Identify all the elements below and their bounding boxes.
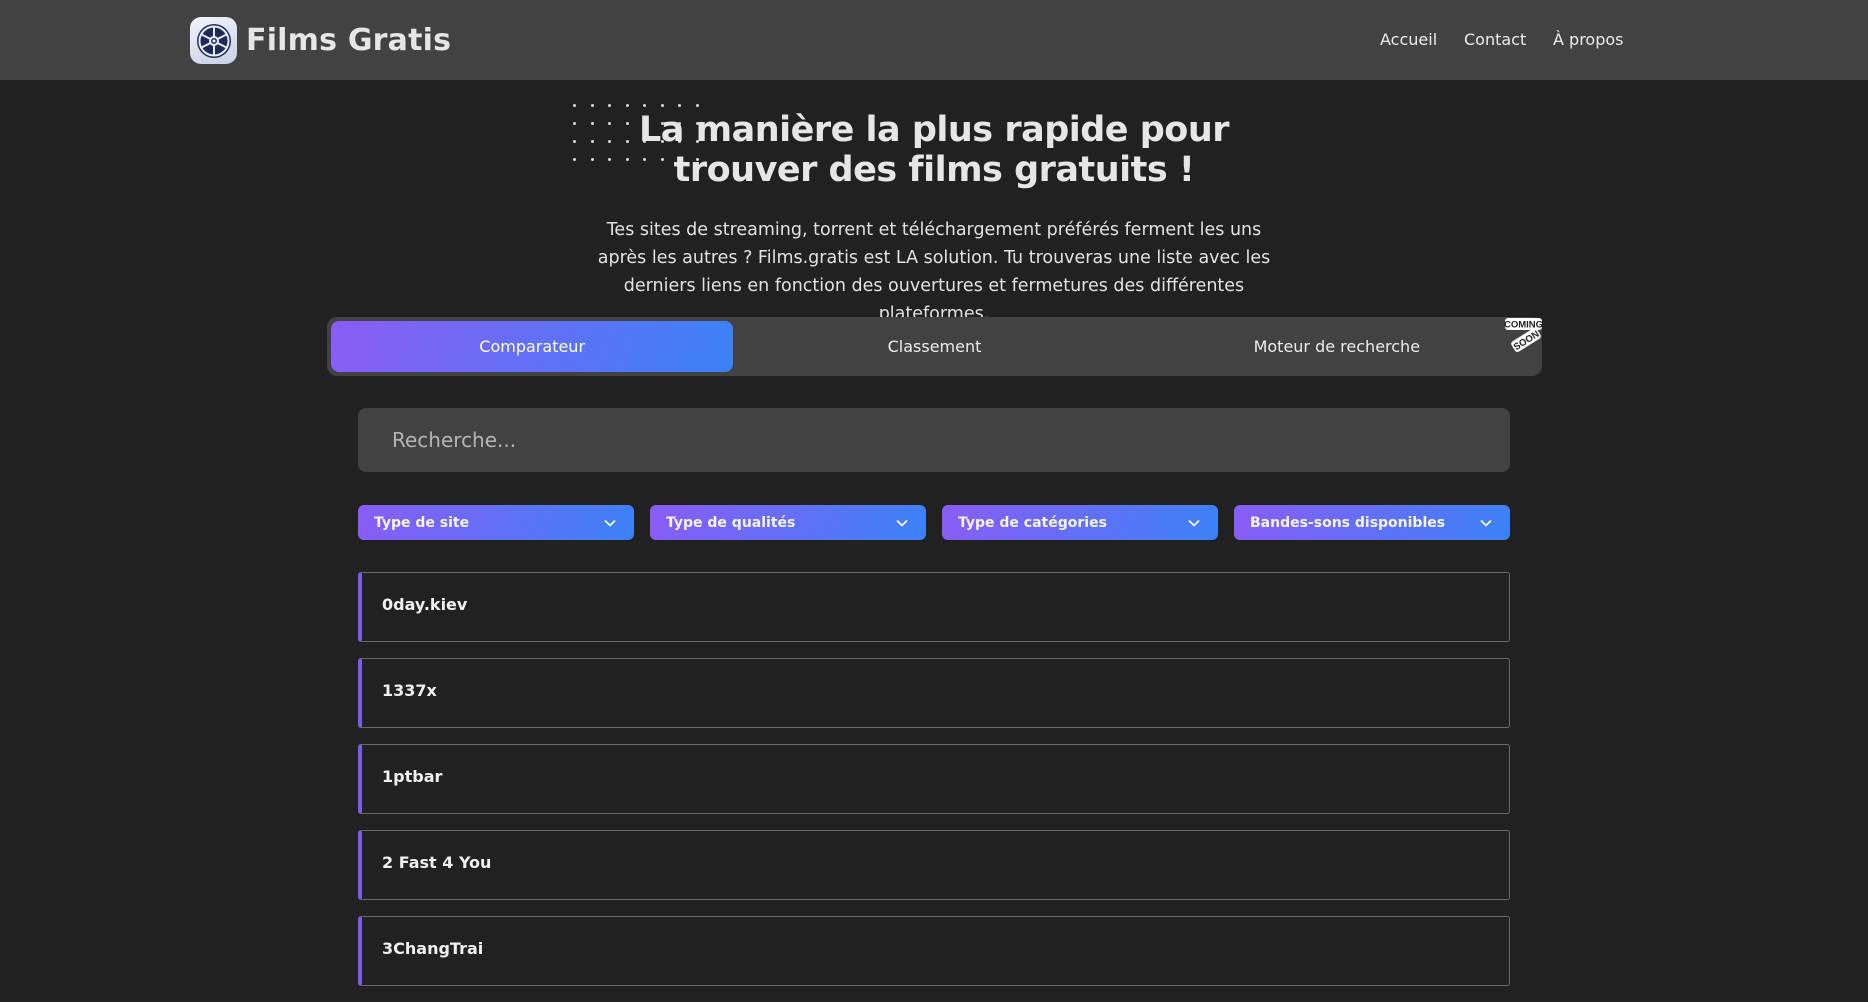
site-name: 1ptbar [382,767,443,786]
chevron-down-icon [896,519,908,527]
decorative-dot [573,104,576,107]
brand-name: Films Gratis [246,23,452,58]
filter-type-de-qualites[interactable]: Type de qualités [650,505,926,540]
site-name: 0day.kiev [382,595,468,614]
nav-a-propos[interactable]: À propos [1553,30,1623,49]
site-name: 2 Fast 4 You [382,853,492,872]
moon-icon[interactable] [1634,30,1654,50]
decorative-dot [608,122,611,125]
filter-type-de-categories[interactable]: Type de catégories [942,505,1218,540]
hero-title: La manière la plus rapide pour trouver d… [639,110,1230,190]
filter-bar: Type de site Type de qualités Type de ca… [358,505,1510,540]
chevron-down-icon [1480,519,1492,527]
decorative-dot [625,158,629,161]
filter-label: Bandes-sons disponibles [1250,514,1446,531]
tab-bar: Comparateur Classement Moteur de recherc… [327,317,1542,376]
filter-label: Type de site [374,514,470,531]
coming-soon-line1: COMING [1504,320,1543,331]
nav-accueil[interactable]: Accueil [1380,30,1437,49]
tab-label: Comparateur [479,337,586,356]
site-list-item[interactable]: 2 Fast 4 You [358,830,1510,900]
nav-contact[interactable]: Contact [1464,30,1526,49]
navbar: Films Gratis Accueil Contact À propos [0,0,1868,80]
decorative-dot [573,122,576,125]
decorative-dot [573,158,576,161]
chevron-down-icon [604,519,616,527]
brand-link[interactable]: Films Gratis [190,17,451,64]
decorative-dot [590,158,594,161]
film-reel-icon [190,17,237,64]
chevron-down-icon [1188,519,1200,527]
decorative-dot [573,140,576,143]
site-list-item[interactable]: 3ChangTrai [358,916,1510,986]
filter-bandes-sons[interactable]: Bandes-sons disponibles [1234,505,1510,540]
decorative-dot [625,140,629,143]
site-name: 1337x [382,681,437,700]
decorative-dot [608,104,611,107]
site-list-item[interactable]: 0day.kiev [358,572,1510,642]
decorative-dot [590,122,594,125]
tab-comparateur[interactable]: Comparateur [331,321,734,372]
site-list-item[interactable]: 1ptbar [358,744,1510,814]
decorative-dot [608,140,611,143]
search-input[interactable] [358,408,1510,472]
decorative-dot [608,158,611,161]
tab-label: Classement [887,337,982,356]
site-name: 3ChangTrai [382,939,484,958]
tab-classement[interactable]: Classement [733,321,1135,372]
filter-label: Type de qualités [666,514,796,531]
decorative-dot [695,104,699,107]
decorative-dot [590,140,594,143]
decorative-dot [625,122,629,125]
coming-soon-badge: COMING SOON [1504,317,1544,353]
filter-type-de-site[interactable]: Type de site [358,505,634,540]
filter-label: Type de catégories [958,514,1107,531]
decorative-dot [660,104,664,107]
decorative-dot [643,104,646,107]
site-list: 0day.kiev 1337x 1ptbar 2 Fast 4 You 3Cha… [358,572,1510,1002]
coming-soon-line2: SOON [1512,329,1542,353]
decorative-dot [625,104,629,107]
tab-label: Moteur de recherche [1253,337,1421,356]
site-list-item[interactable]: 1337x [358,658,1510,728]
decorative-dot [590,104,594,107]
decorative-dot [678,104,681,107]
tab-moteur-de-recherche[interactable]: Moteur de recherche [1136,321,1538,372]
hero-subtitle: Tes sites de streaming, torrent et téléc… [597,220,1271,324]
